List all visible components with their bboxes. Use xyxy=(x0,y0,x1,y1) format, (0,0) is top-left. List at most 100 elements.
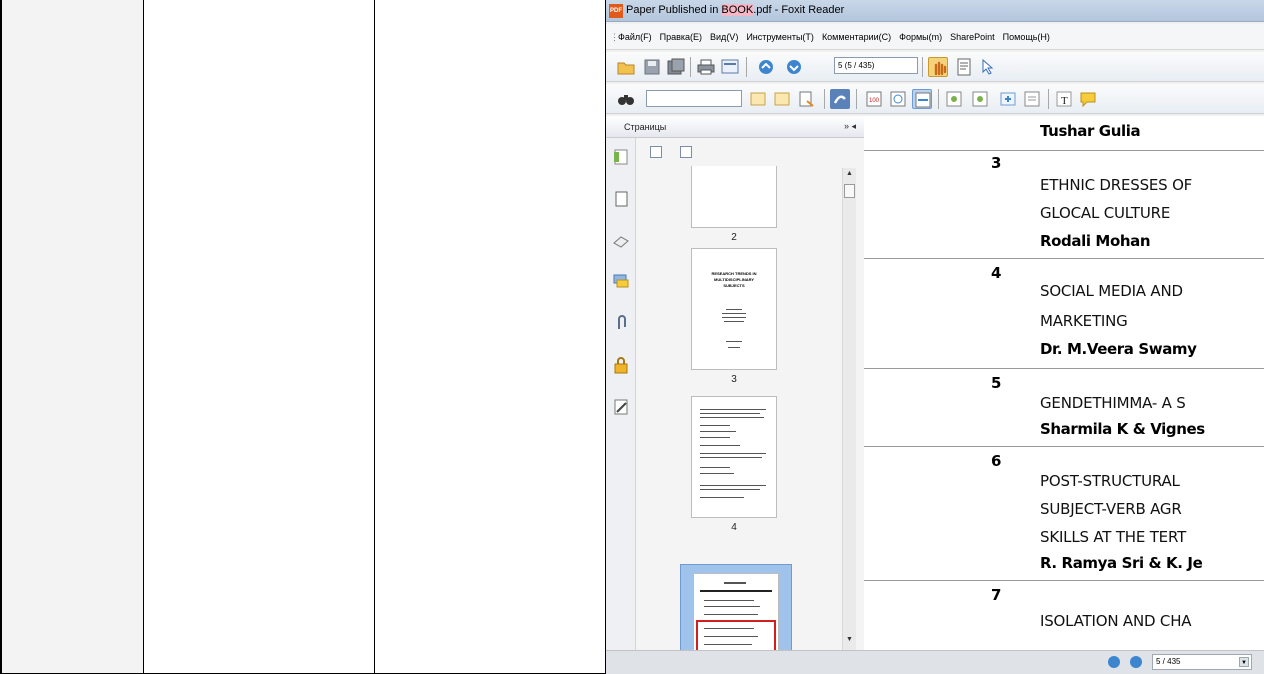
save-icon[interactable] xyxy=(642,57,662,77)
status-page-input[interactable]: 5 / 435 ▼ xyxy=(1152,654,1252,670)
menu-edit[interactable]: Правка(E) xyxy=(660,32,702,42)
fit-width-icon[interactable] xyxy=(912,89,932,109)
table-cell-3 xyxy=(374,0,606,674)
save-as-icon[interactable] xyxy=(666,57,686,77)
fit-page-icon[interactable] xyxy=(888,89,908,109)
title-highlight: BOOK xyxy=(721,4,754,16)
thumbnail-zoom-icon[interactable] xyxy=(680,146,692,158)
menu-comments[interactable]: Комментарии(C) xyxy=(822,32,891,42)
thumbnail-text-line xyxy=(700,489,760,490)
page-thumbnail-4[interactable] xyxy=(691,396,777,518)
layers-icon[interactable] xyxy=(612,232,630,250)
find-next-icon[interactable] xyxy=(772,89,792,109)
entry-title-line: GLOCAL CULTURE xyxy=(1040,204,1171,222)
entry-title-line: SOCIAL MEDIA AND xyxy=(1040,282,1183,300)
table-rule xyxy=(864,150,1264,151)
thumbnail-text-line xyxy=(724,321,744,322)
find-input[interactable] xyxy=(646,90,742,107)
next-view-icon[interactable] xyxy=(1130,656,1142,668)
select-text-icon[interactable] xyxy=(954,57,974,77)
thumbnail-text-line xyxy=(704,614,758,615)
page-thumbnail-3[interactable]: RESEARCH TRENDS IN MULTIDISCIPLINARY SUB… xyxy=(691,248,777,370)
menu-file[interactable]: Файл(F) xyxy=(618,32,652,42)
secondary-toolbar: 100 T xyxy=(606,84,1264,114)
panel-collapse-button[interactable]: » ◂ xyxy=(844,121,856,132)
page-number-input[interactable]: 5 (5 / 435) xyxy=(834,57,918,74)
thumbnail-text-line xyxy=(700,437,730,438)
pointer-icon[interactable] xyxy=(978,57,998,77)
snapshot-icon[interactable] xyxy=(830,89,850,109)
rotate-left-icon[interactable] xyxy=(944,89,964,109)
find-binoculars-icon[interactable] xyxy=(616,89,636,109)
toolbar-separator xyxy=(938,89,939,109)
scroll-down-icon[interactable]: ▼ xyxy=(846,636,853,643)
thumbnail-text-line xyxy=(700,453,766,454)
entry-number: 3 xyxy=(991,154,1002,172)
thumbnail-3-heading-line-3: SUBJECTS xyxy=(723,283,745,288)
actual-size-icon[interactable]: 100 xyxy=(864,89,884,109)
menu-help[interactable]: Помощь(H) xyxy=(1003,32,1050,42)
toolbar-separator xyxy=(922,57,923,77)
open-folder-icon[interactable] xyxy=(616,57,636,77)
toolbar-separator xyxy=(690,57,691,77)
comments-icon[interactable] xyxy=(612,272,630,290)
thumbnails-scrollbar[interactable]: ▲ ▼ xyxy=(842,168,856,650)
thumbnail-text-line xyxy=(700,431,736,432)
thumbnail-text-line xyxy=(726,341,742,342)
thumbnail-text-line xyxy=(700,409,766,410)
table-cell-1 xyxy=(0,0,143,674)
table-cell-2 xyxy=(143,0,374,674)
print-icon[interactable] xyxy=(696,57,716,77)
find-previous-icon[interactable] xyxy=(748,89,768,109)
thumbnail-label-3: 3 xyxy=(731,374,737,385)
thumbnail-text-line xyxy=(700,413,760,414)
page-thumbnail-5[interactable] xyxy=(693,573,779,650)
page-thumbnail-2[interactable] xyxy=(691,166,777,228)
menu-tools[interactable]: Инструменты(T) xyxy=(746,32,814,42)
thumbnail-text-line xyxy=(704,644,752,645)
typewriter-icon[interactable]: T xyxy=(1054,89,1074,109)
extract-page-icon[interactable] xyxy=(1022,89,1042,109)
title-prefix: Paper Published in xyxy=(626,4,722,16)
scrollbar-thumb[interactable] xyxy=(844,184,855,198)
search-options-icon[interactable] xyxy=(796,89,816,109)
document-view[interactable]: Tushar Gulia 3 ETHNIC DRESSES OF GLOCAL … xyxy=(864,116,1264,650)
page-thumbnails: ▲ ▼ 2 RESEARCH TRENDS IN MULTIDISCIPLINA… xyxy=(636,138,864,650)
thumbnail-text-line xyxy=(700,497,744,498)
entry-author: Rodali Mohan xyxy=(1040,232,1151,250)
thumbnail-text-line xyxy=(700,590,772,592)
thumbnail-options-icon[interactable] xyxy=(650,146,662,158)
thumbnail-label-4: 4 xyxy=(731,522,737,533)
attachments-paperclip-icon[interactable] xyxy=(612,314,630,332)
rotate-right-icon[interactable] xyxy=(970,89,990,109)
hand-tool-icon[interactable] xyxy=(928,57,948,77)
properties-icon[interactable] xyxy=(720,57,740,77)
status-page-value: 5 / 435 xyxy=(1156,657,1181,666)
thumbnail-text-line xyxy=(700,445,740,446)
thumbnail-text-line xyxy=(704,600,754,601)
next-page-icon[interactable] xyxy=(784,57,804,77)
previous-page-icon[interactable] xyxy=(756,57,776,77)
comment-note-icon[interactable] xyxy=(1078,89,1098,109)
signatures-icon[interactable] xyxy=(612,398,630,416)
security-lock-icon[interactable] xyxy=(612,356,630,374)
thumbnail-text-line xyxy=(700,485,766,486)
previous-view-icon[interactable] xyxy=(1108,656,1120,668)
menu-forms[interactable]: Формы(m) xyxy=(899,32,942,42)
scroll-up-icon[interactable]: ▲ xyxy=(846,170,853,177)
add-page-icon[interactable] xyxy=(998,89,1018,109)
window-title: Paper Published in BOOK.pdf - Foxit Read… xyxy=(626,4,844,16)
title-bar: PDF Paper Published in BOOK.pdf - Foxit … xyxy=(606,0,1264,22)
menu-bar: ⋮ Файл(F) Правка(E) Вид(V) Инструменты(T… xyxy=(606,24,1264,50)
title-suffix: .pdf - Foxit Reader xyxy=(753,4,845,16)
entry-title-line: MARKETING xyxy=(1040,312,1128,330)
bookmarks-icon[interactable] xyxy=(612,148,630,166)
toolbar-separator xyxy=(824,89,825,109)
chevron-down-icon[interactable]: ▼ xyxy=(1239,657,1249,667)
menu-sharepoint[interactable]: SharePoint xyxy=(950,32,995,42)
page-thumbnail-5-selected[interactable] xyxy=(680,564,792,650)
foxit-reader-window: PDF Paper Published in BOOK.pdf - Foxit … xyxy=(606,0,1264,674)
pages-icon[interactable] xyxy=(612,190,630,208)
entry-author: Dr. M.Veera Swamy xyxy=(1040,340,1197,358)
menu-view[interactable]: Вид(V) xyxy=(710,32,738,42)
